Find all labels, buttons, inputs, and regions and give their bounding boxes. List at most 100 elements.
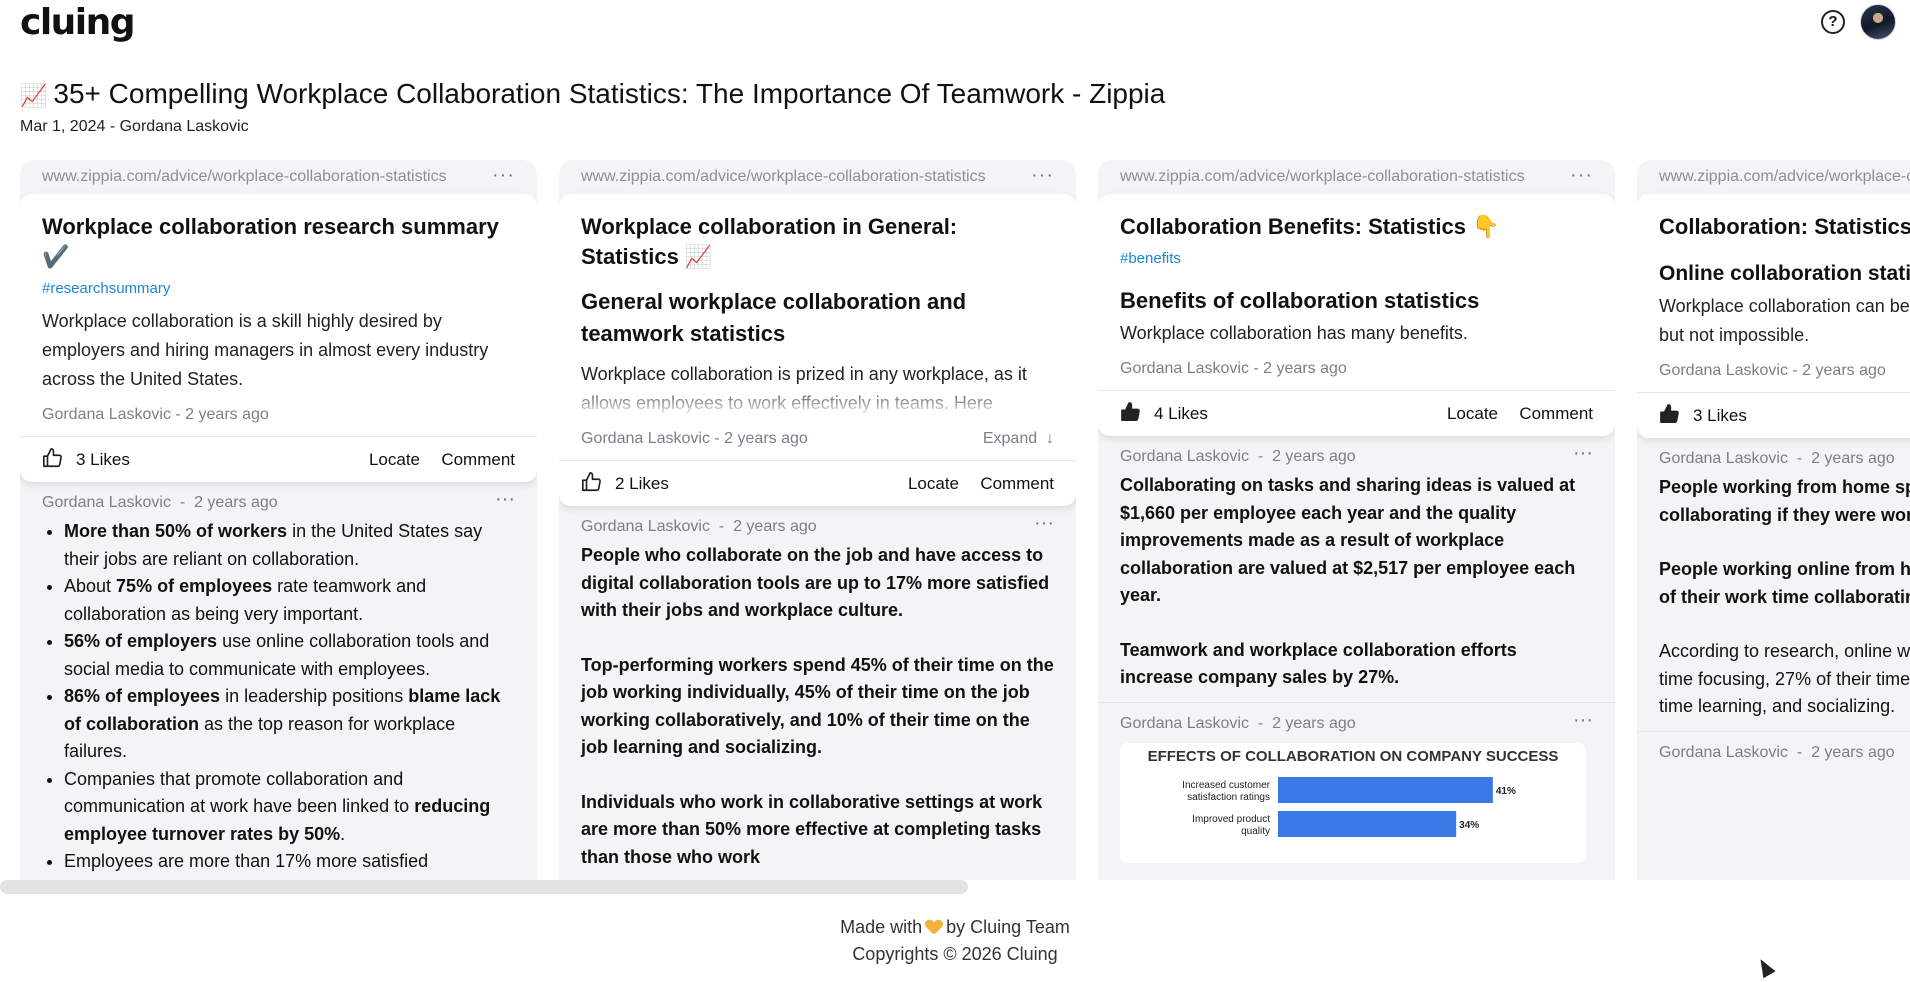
highlight-card: Workplace collaboration research summary… xyxy=(20,194,537,482)
more-options-icon[interactable]: ··· xyxy=(1573,442,1593,465)
reply-time: 2 years ago xyxy=(1811,450,1895,467)
top-bar: cluing ? xyxy=(0,0,1910,46)
chart-emoji-icon: 📈 xyxy=(20,83,48,108)
reply-separator: - xyxy=(718,518,725,535)
list-item: More than 50% of workers in the United S… xyxy=(64,518,515,573)
reply-text: More than 50% of workers in the United S… xyxy=(42,518,515,876)
reply-paragraph: Individuals who work in collaborative se… xyxy=(581,791,1043,867)
more-options-icon[interactable]: ··· xyxy=(1573,709,1593,732)
source-url[interactable]: www.zippia.com/advice/workplace-collabor… xyxy=(581,168,986,185)
reply-item: Gordana Laskovic - 2 years ago ··· Peopl… xyxy=(559,506,1076,880)
source-url[interactable]: www.zippia.com/advice/workplace-collabor… xyxy=(1659,168,1910,185)
list-item: 86% of employees in leadership positions… xyxy=(64,683,515,766)
thumbs-up-icon[interactable] xyxy=(581,471,603,493)
likes-count: 2 Likes xyxy=(615,474,669,493)
reply-author: Gordana Laskovic xyxy=(581,518,710,535)
page-title: 📈 35+ Compelling Workplace Collaboration … xyxy=(20,78,1165,110)
likes-count: 3 Likes xyxy=(76,450,130,469)
card-actions: 3 Likes Locate Comment xyxy=(20,436,537,482)
locate-button[interactable]: Locate xyxy=(1447,404,1498,424)
reply-time: 2 years ago xyxy=(733,518,817,535)
card-title: Collaboration: Statistics xyxy=(1659,214,1910,239)
column-1: www.zippia.com/advice/workplace-collabor… xyxy=(20,160,537,880)
column-3: www.zippia.com/advice/workplace-collabor… xyxy=(1098,160,1615,880)
reply-meta: Gordana Laskovic - 2 years ago ··· xyxy=(1120,442,1593,466)
card-meta: Gordana Laskovic - 2 years ago xyxy=(42,406,269,423)
reply-separator: - xyxy=(1796,743,1803,761)
list-item: Companies that promote collaboration and… xyxy=(64,766,515,849)
card-subtitle: Online collaboration statistics xyxy=(1659,262,1910,285)
reply-paragraph: Collaborating on tasks and sharing ideas… xyxy=(1120,475,1576,605)
chart-bar xyxy=(1278,810,1457,837)
card-body: Workplace collaboration is prized in any… xyxy=(581,364,1027,413)
comment-button[interactable]: Comment xyxy=(1519,404,1593,424)
reply-author: Gordana Laskovic xyxy=(1120,714,1249,732)
reply-paragraph: According to research, online workers sp… xyxy=(1659,641,1910,716)
highlight-card: Workplace collaboration in General: Stat… xyxy=(559,194,1076,506)
user-avatar[interactable] xyxy=(1860,4,1896,40)
cluing-logo[interactable]: cluing xyxy=(20,2,136,43)
reply-item: Gordana Laskovic - 2 years ago ··· More … xyxy=(20,482,537,880)
locate-button[interactable]: Locate xyxy=(908,474,959,494)
board: www.zippia.com/advice/workplace-collabor… xyxy=(0,160,1910,880)
column-4: www.zippia.com/advice/workplace-collabor… xyxy=(1637,160,1910,880)
list-item: Employees are more than 17% more satisfi… xyxy=(64,848,515,876)
stat-list: More than 50% of workers in the United S… xyxy=(42,518,515,876)
card-meta: Gordana Laskovic - 2 years ago xyxy=(1120,360,1347,377)
reply-author: Gordana Laskovic xyxy=(1659,450,1788,467)
reply-paragraph: Teamwork and workplace collaboration eff… xyxy=(1120,639,1517,688)
reply-author: Gordana Laskovic xyxy=(1659,743,1788,761)
footer: Made with by Cluing Team Copyrights © 202… xyxy=(0,914,1910,968)
reply-separator: - xyxy=(1257,448,1264,465)
reply-item: Gordana Laskovic - 2 years ago People wo… xyxy=(1637,438,1910,732)
chart-bar xyxy=(1278,776,1493,803)
thumbs-up-icon[interactable] xyxy=(1120,401,1142,423)
reply-time: 2 years ago xyxy=(194,494,278,511)
hashtag-link[interactable]: #benefits xyxy=(1120,250,1593,267)
comment-button[interactable]: Comment xyxy=(980,474,1054,494)
more-options-icon[interactable]: ··· xyxy=(1570,164,1593,187)
reply-author: Gordana Laskovic xyxy=(1120,448,1249,465)
reply-paragraph: People working online from home spend th… xyxy=(1659,559,1910,607)
reply-text: People working from home spend 48% less … xyxy=(1659,474,1910,721)
reply-paragraph: Top-performing workers spend 45% of thei… xyxy=(581,654,1054,758)
column-url-row: www.zippia.com/advice/workplace-collabor… xyxy=(1637,160,1910,194)
chart-value-label: 34% xyxy=(1459,820,1479,831)
list-item: About 75% of employees rate teamwork and… xyxy=(64,573,515,628)
source-url[interactable]: www.zippia.com/advice/workplace-collabor… xyxy=(1120,168,1525,185)
reply-meta: Gordana Laskovic - 2 years ago ··· xyxy=(581,512,1054,536)
more-options-icon[interactable]: ··· xyxy=(1031,164,1054,187)
card-title: Collaboration Benefits: Statistics 👇 xyxy=(1120,214,1500,239)
thumbs-up-icon[interactable] xyxy=(42,447,64,469)
reply-separator: - xyxy=(179,494,186,511)
list-item: 56% of employers use online collaboratio… xyxy=(64,628,515,683)
highlight-card: Collaboration Benefits: Statistics 👇 #be… xyxy=(1098,194,1615,436)
comment-button[interactable]: Comment xyxy=(441,450,515,470)
column-url-row: www.zippia.com/advice/workplace-collabor… xyxy=(559,160,1076,194)
reply-time: 2 years ago xyxy=(1272,714,1356,732)
card-title: Workplace collaboration in General: Stat… xyxy=(581,214,958,269)
expand-button[interactable]: Expand ↓ xyxy=(983,430,1054,448)
locate-button[interactable]: Locate xyxy=(369,450,420,470)
reply-meta: Gordana Laskovic - 2 years ago xyxy=(1659,744,1910,762)
card-meta-text: Gordana Laskovic - 2 years ago xyxy=(581,430,808,447)
reply-meta: Gordana Laskovic - 2 years ago xyxy=(1659,450,1910,468)
help-icon[interactable]: ? xyxy=(1821,10,1845,34)
arrow-down-icon: ↓ xyxy=(1046,430,1054,447)
more-options-icon[interactable]: ··· xyxy=(492,164,515,187)
hashtag-link[interactable]: #researchsummary xyxy=(42,280,515,297)
more-options-icon[interactable]: ··· xyxy=(495,488,515,511)
more-options-icon[interactable]: ··· xyxy=(1034,512,1054,535)
thumbs-up-icon[interactable] xyxy=(1659,403,1681,425)
footer-copyright: Copyrights © 2026 Cluing xyxy=(852,944,1058,964)
column-url-row: www.zippia.com/advice/workplace-collabor… xyxy=(20,160,537,194)
reply-item: Gordana Laskovic - 2 years ago ··· Colla… xyxy=(1098,436,1615,703)
highlight-card: Collaboration: Statistics Online collabo… xyxy=(1637,194,1910,438)
horizontal-scrollbar[interactable] xyxy=(0,880,968,894)
reply-author: Gordana Laskovic xyxy=(42,494,171,511)
page-meta: Mar 1, 2024 - Gordana Laskovic xyxy=(20,118,249,135)
reply-time: 2 years ago xyxy=(1272,448,1356,465)
reply-separator: - xyxy=(1257,714,1264,732)
reply-text: People who collaborate on the job and ha… xyxy=(581,542,1054,871)
source-url[interactable]: www.zippia.com/advice/workplace-collabor… xyxy=(42,168,447,185)
